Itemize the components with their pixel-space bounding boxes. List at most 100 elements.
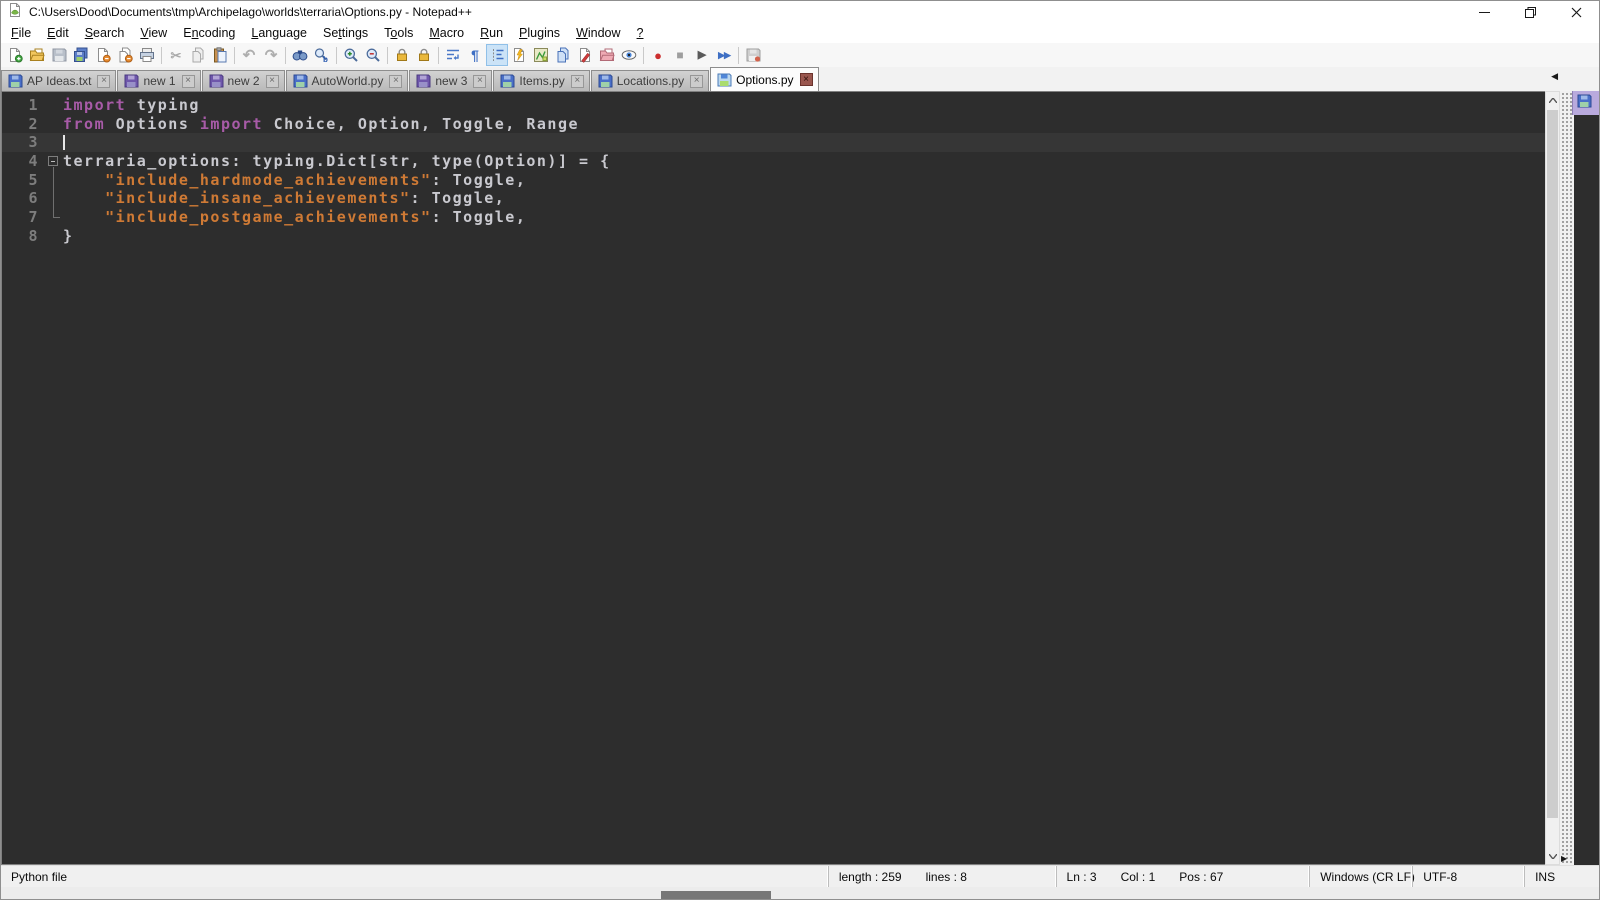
- main-area: 1 import typing 2 from Options import Choic…: [1, 91, 1599, 865]
- paste-button[interactable]: [209, 44, 231, 66]
- tab-new-1[interactable]: new 1 ×: [117, 70, 201, 91]
- fold-margin: [46, 133, 63, 152]
- scrollbar-track[interactable]: [1546, 108, 1559, 848]
- fold-collapse-icon[interactable]: [48, 156, 58, 167]
- save-all-button[interactable]: [70, 44, 92, 66]
- tab-close-button[interactable]: ×: [181, 74, 195, 88]
- code-line[interactable]: 8}: [2, 227, 1545, 246]
- save-icon: [51, 47, 67, 63]
- tab-autoworld-py[interactable]: AutoWorld.py ×: [285, 70, 409, 91]
- tab-close-button[interactable]: ×: [389, 74, 403, 88]
- show-all-characters-button[interactable]: ¶: [464, 44, 486, 66]
- print-button[interactable]: [136, 44, 158, 66]
- tab-new-2[interactable]: new 2 ×: [201, 70, 285, 91]
- indent-guide-icon: [489, 47, 505, 63]
- function-list-icon: [511, 47, 527, 63]
- secondary-view-sliver: [1572, 91, 1599, 865]
- close-button[interactable]: [1553, 1, 1599, 23]
- code-line-text: import typing: [63, 96, 200, 115]
- menu-macro[interactable]: Macro: [421, 24, 472, 42]
- status-typing-mode-value: INS: [1535, 869, 1556, 884]
- close-all-button[interactable]: [114, 44, 136, 66]
- code-line[interactable]: 6 "include_insane_achievements": Toggle,: [2, 189, 1545, 209]
- zoom-out-button[interactable]: [362, 44, 384, 66]
- menu-run[interactable]: Run: [472, 24, 511, 42]
- toolbar-separator: [161, 46, 162, 64]
- menu-help[interactable]: ?: [629, 24, 652, 42]
- menu-window[interactable]: Window: [568, 24, 628, 42]
- tab-close-button[interactable]: ×: [265, 74, 279, 88]
- close-button[interactable]: [92, 44, 114, 66]
- screen-bottom-strip: [1, 887, 1599, 899]
- tab-ap-ideas-txt[interactable]: AP Ideas.txt ×: [1, 70, 117, 91]
- scrollbar-thumb[interactable]: [1547, 110, 1558, 818]
- sync-horizontal-scroll-button[interactable]: [413, 44, 435, 66]
- line-number: 8: [28, 226, 39, 245]
- secondary-view-tabstrip[interactable]: [1572, 91, 1599, 115]
- zoom-in-button[interactable]: [340, 44, 362, 66]
- macro-run-multiple-button[interactable]: ▶▶: [713, 44, 735, 66]
- tab-close-button[interactable]: ×: [799, 73, 813, 86]
- minimize-button[interactable]: [1461, 1, 1507, 23]
- menu-language[interactable]: Language: [243, 24, 315, 42]
- folder-as-workspace-button[interactable]: [596, 44, 618, 66]
- tab-label: Locations.py: [616, 74, 685, 88]
- tab-new-3[interactable]: new 3 ×: [409, 70, 493, 91]
- fold-margin[interactable]: [46, 152, 63, 171]
- scroll-down-button[interactable]: [1546, 848, 1559, 864]
- code-line[interactable]: 1 import typing: [2, 96, 1545, 115]
- line-number: 1: [28, 96, 39, 114]
- menu-search[interactable]: Search: [77, 24, 133, 42]
- tab-close-button[interactable]: ×: [97, 74, 111, 88]
- new-file-button[interactable]: [4, 44, 26, 66]
- indent-guide-button[interactable]: [486, 44, 508, 66]
- window-controls: [1461, 1, 1599, 23]
- code-line[interactable]: 5 "include_hardmode_achievements": Toggl…: [2, 170, 1545, 190]
- macro-play-button[interactable]: ▶: [691, 44, 713, 66]
- menu-settings[interactable]: Settings: [315, 24, 376, 42]
- macro-save-icon: [745, 47, 761, 63]
- tab-label: Items.py: [519, 74, 565, 88]
- document-map-button[interactable]: [530, 44, 552, 66]
- find-button[interactable]: [289, 44, 311, 66]
- macro-record-button[interactable]: ●: [647, 44, 669, 66]
- tab-close-button[interactable]: ×: [690, 74, 704, 88]
- show-all-characters-icon: ¶: [471, 47, 479, 63]
- code-token: : Toggle,: [431, 170, 527, 189]
- view-splitter[interactable]: ▶: [1560, 91, 1572, 865]
- code-line[interactable]: 4 terraria_options: typing.Dict[str, type…: [2, 152, 1545, 171]
- copy-button: [187, 44, 209, 66]
- save-all-icon: [73, 47, 89, 63]
- scroll-up-button[interactable]: [1546, 92, 1559, 108]
- monitoring-button[interactable]: [618, 44, 640, 66]
- word-wrap-button[interactable]: [442, 44, 464, 66]
- code-line[interactable]: 2 from Options import Choice, Option, Tog…: [2, 115, 1545, 134]
- tab-options-py[interactable]: Options.py ×: [710, 67, 819, 91]
- code-line[interactable]: 3: [2, 133, 1545, 153]
- menu-encoding[interactable]: Encoding: [175, 24, 243, 42]
- sync-vertical-scroll-button[interactable]: [391, 44, 413, 66]
- code-editor[interactable]: 1 import typing 2 from Options import Choic…: [1, 91, 1545, 865]
- replace-button[interactable]: b: [311, 44, 333, 66]
- document-list-button[interactable]: [552, 44, 574, 66]
- menu-edit[interactable]: Edit: [39, 24, 77, 42]
- restore-button[interactable]: [1507, 1, 1553, 23]
- floppy-icon: [1576, 93, 1592, 114]
- secondary-view-editor[interactable]: [1572, 115, 1599, 865]
- menu-tools[interactable]: Tools: [376, 24, 421, 42]
- function-list-button[interactable]: [508, 44, 530, 66]
- menu-view[interactable]: View: [132, 24, 175, 42]
- menu-plugins[interactable]: Plugins: [511, 24, 568, 42]
- fold-margin: [46, 170, 63, 190]
- file-browser-button[interactable]: [574, 44, 596, 66]
- tab-close-button[interactable]: ×: [473, 74, 487, 88]
- tab-scroll-left-icon[interactable]: ◀: [1551, 71, 1558, 82]
- code-line[interactable]: 7 "include_postgame_achievements": Toggl…: [2, 208, 1545, 227]
- tab-items-py[interactable]: Items.py ×: [493, 70, 590, 91]
- tab-locations-py[interactable]: Locations.py ×: [590, 70, 710, 91]
- tab-close-button[interactable]: ×: [570, 74, 584, 88]
- vertical-scrollbar[interactable]: [1545, 91, 1560, 865]
- open-button[interactable]: [26, 44, 48, 66]
- menu-file[interactable]: File: [3, 24, 39, 42]
